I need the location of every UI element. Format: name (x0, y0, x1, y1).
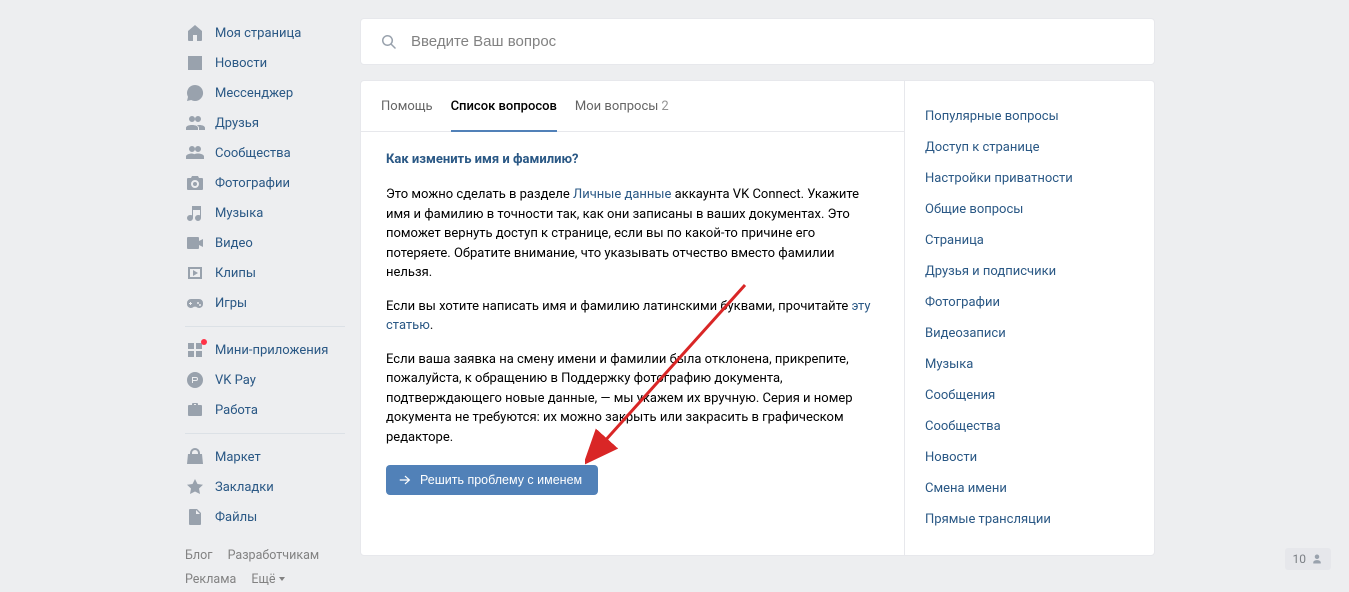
content-card: Помощь Список вопросов Мои вопросы2 Как из… (360, 80, 1155, 556)
article-paragraph: Если вы хотите написать имя и фамилию ла… (386, 297, 879, 336)
person-icon (1311, 553, 1323, 565)
tabs: Помощь Список вопросов Мои вопросы2 (361, 81, 904, 132)
aside-category[interactable]: Общие вопросы (905, 194, 1154, 225)
article-title: Как изменить имя и фамилию? (386, 152, 879, 167)
video-icon (185, 233, 205, 253)
article: Как изменить имя и фамилию? Это можно сд… (361, 132, 904, 520)
tab-count: 2 (661, 99, 668, 114)
aside-category[interactable]: Новости (905, 442, 1154, 473)
sidebar-item-friends[interactable]: Друзья (185, 108, 345, 138)
friends-icon (185, 113, 205, 133)
sidebar-item-work[interactable]: Работа (185, 395, 345, 425)
content-main: Помощь Список вопросов Мои вопросы2 Как из… (361, 81, 904, 555)
aside-category[interactable]: Смена имени (905, 473, 1154, 504)
aside-category[interactable]: Видеозаписи (905, 318, 1154, 349)
sidebar-item-label: Клипы (215, 266, 256, 281)
miniapps-icon (185, 340, 205, 360)
sidebar-item-messenger[interactable]: Мессенджер (185, 78, 345, 108)
home-icon (185, 23, 205, 43)
sidebar-item-label: Фотографии (215, 176, 290, 191)
aside-category[interactable]: Настройки приватности (905, 163, 1154, 194)
tab-мои-вопросы[interactable]: Мои вопросы2 (575, 81, 669, 132)
sidebar-item-label: Закладки (215, 480, 274, 495)
market-icon (185, 447, 205, 467)
footer-link-dev[interactable]: Разработчикам (228, 548, 320, 563)
messenger-icon (185, 83, 205, 103)
sidebar-item-bookmarks[interactable]: Закладки (185, 472, 345, 502)
sidebar-item-video[interactable]: Видео (185, 228, 345, 258)
sidebar-item-label: Видео (215, 236, 253, 251)
vkpay-icon (185, 370, 205, 390)
sidebar-item-games[interactable]: Игры (185, 288, 345, 318)
tab-label: Список вопросов (451, 99, 557, 114)
aside-category[interactable]: Музыка (905, 349, 1154, 380)
news-icon (185, 53, 205, 73)
sidebar-item-label: Музыка (215, 206, 263, 221)
communities-icon (185, 143, 205, 163)
sidebar-item-label: Мессенджер (215, 86, 293, 101)
sidebar-item-home[interactable]: Моя страница (185, 18, 345, 48)
aside-category[interactable]: Популярные вопросы (905, 101, 1154, 132)
music-icon (185, 203, 205, 223)
tab-помощь[interactable]: Помощь (381, 81, 433, 132)
sidebar-item-label: Сообщества (215, 146, 291, 161)
footer-link-more[interactable]: Ещё (251, 572, 284, 587)
files-icon (185, 507, 205, 527)
aside-categories: Популярные вопросыДоступ к страницеНастр… (904, 81, 1154, 555)
sidebar-item-news[interactable]: Новости (185, 48, 345, 78)
aside-category[interactable]: Фотографии (905, 287, 1154, 318)
sidebar-item-vkpay[interactable]: VK Pay (185, 365, 345, 395)
games-icon (185, 293, 205, 313)
tab-список-вопросов[interactable]: Список вопросов (451, 81, 557, 132)
sidebar-item-label: Работа (215, 403, 258, 418)
sidebar-item-label: Маркет (215, 450, 261, 465)
tab-label: Помощь (381, 99, 433, 114)
sidebar-item-files[interactable]: Файлы (185, 502, 345, 532)
sidebar-item-photos[interactable]: Фотографии (185, 168, 345, 198)
sidebar-item-communities[interactable]: Сообщества (185, 138, 345, 168)
clips-icon (185, 263, 205, 283)
sidebar-item-label: Игры (215, 296, 247, 311)
sidebar-item-miniapps[interactable]: Мини-приложения (185, 335, 345, 365)
arrow-right-icon (398, 473, 412, 487)
search-icon (381, 34, 397, 50)
solve-name-problem-button[interactable]: Решить проблему с именем (386, 465, 598, 495)
sidebar-item-label: Новости (215, 56, 267, 71)
sidebar-item-label: Мини-приложения (215, 343, 328, 358)
sidebar-item-label: Моя страница (215, 26, 301, 41)
sidebar-footer: Блог Разработчикам Реклама Ещё (185, 544, 345, 592)
aside-category[interactable]: Сообщения (905, 380, 1154, 411)
main-content: Помощь Список вопросов Мои вопросы2 Как из… (360, 18, 1155, 556)
article-paragraph: Если ваша заявка на смену имени и фамили… (386, 350, 879, 448)
footer-link-ads[interactable]: Реклама (185, 572, 236, 587)
personal-data-link[interactable]: Личные данные (573, 187, 671, 202)
sidebar-separator (185, 326, 345, 327)
aside-category[interactable]: Сообщества (905, 411, 1154, 442)
tab-label: Мои вопросы (575, 99, 658, 114)
notification-badge[interactable]: 10 (1285, 548, 1332, 570)
aside-category[interactable]: Прямые трансляции (905, 504, 1154, 535)
aside-category[interactable]: Доступ к странице (905, 132, 1154, 163)
work-icon (185, 400, 205, 420)
sidebar-item-label: Файлы (215, 510, 257, 525)
photos-icon (185, 173, 205, 193)
chevron-down-icon (279, 577, 285, 581)
sidebar-separator (185, 433, 345, 434)
aside-category[interactable]: Страница (905, 225, 1154, 256)
aside-category[interactable]: Друзья и подписчики (905, 256, 1154, 287)
search-input[interactable] (411, 33, 1134, 50)
bookmarks-icon (185, 477, 205, 497)
sidebar-item-label: Друзья (215, 116, 259, 131)
search-box[interactable] (360, 18, 1155, 65)
sidebar: Моя страница Новости Мессенджер Друзья Сообщ… (185, 18, 345, 592)
footer-link-blog[interactable]: Блог (185, 548, 212, 563)
sidebar-item-music[interactable]: Музыка (185, 198, 345, 228)
sidebar-item-market[interactable]: Маркет (185, 442, 345, 472)
article-paragraph: Это можно сделать в разделе Личные данны… (386, 185, 879, 283)
notification-dot-icon (201, 339, 207, 345)
sidebar-item-clips[interactable]: Клипы (185, 258, 345, 288)
badge-count: 10 (1293, 552, 1307, 566)
button-label: Решить проблему с именем (420, 473, 582, 487)
sidebar-item-label: VK Pay (215, 373, 256, 388)
